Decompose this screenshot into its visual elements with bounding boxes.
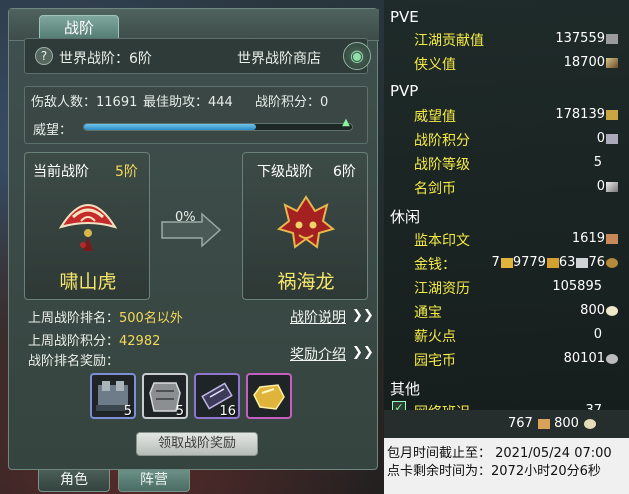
gold-bar-icon (500, 257, 513, 268)
rank-points-icon (606, 133, 618, 144)
reward-qty-1: 5 (123, 404, 132, 419)
next-rank-tier: 6阶 (333, 164, 356, 180)
attr-value-home-coin: 80101 (564, 351, 618, 366)
dragon-mask-emblem-icon (276, 195, 336, 249)
tab-faction[interactable]: 阵营 (118, 470, 190, 492)
attr-value-prestige: 178139 (555, 107, 618, 122)
last-week-rank: 上周战阶排名：500名以外 (28, 307, 183, 326)
world-rank-text: 世界战阶：6阶 (59, 51, 152, 67)
attr-label-blade-coin: 名剑币 (414, 181, 456, 197)
tiger-fan-emblem-icon (58, 204, 118, 251)
attr-label-money: 金钱： (414, 257, 456, 273)
progress-arrow-icon (161, 212, 222, 248)
home-coin-icon (606, 353, 618, 364)
seal-icon (606, 233, 618, 244)
reward-intro-link[interactable]: 奖励介绍 (290, 344, 346, 364)
attr-value-blade-coin: 0 (597, 179, 618, 194)
coins-a-value: 767 (508, 416, 533, 431)
current-rank-name: 啸山虎 (59, 271, 117, 293)
coin-icon (606, 305, 618, 316)
prestige-marker-icon: ▲ (342, 117, 350, 128)
prestige-label: 威望： (33, 123, 73, 138)
attr-value-contribution: 137559 (555, 31, 618, 46)
last-week-rank-value: 500名以外 (119, 311, 183, 326)
claim-rank-reward-button[interactable]: 领取战阶奖励 (136, 432, 258, 456)
panel-header: 战阶 (9, 9, 379, 41)
last-week-points-label: 上周战阶积分： (28, 334, 120, 349)
attr-value-money: 7 9779 63 76 (492, 255, 618, 270)
reward-qty-2: 5 (175, 404, 184, 419)
attr-label-chivalry: 侠义值 (414, 57, 456, 73)
attr-label-contribution: 江湖贡献值 (414, 33, 484, 49)
sword-icon (606, 57, 618, 68)
pve-section-title: PVE (390, 8, 419, 26)
other-section-title: 其他 (390, 380, 421, 398)
shop-location-icon[interactable]: ◉ (343, 42, 371, 70)
coin-icon (584, 418, 597, 429)
remaining-time-text: 点卡剩余时间为：2072小时20分6秒 (387, 464, 601, 479)
attr-label-home-coin: 园宅币 (414, 353, 456, 369)
prestige-progress-fill (84, 124, 256, 130)
attr-value-tongbao: 800 (580, 303, 618, 318)
attributes-list[interactable]: PVE 江湖贡献值 137559 侠义值 18700 PVP 威望值 17813… (388, 6, 626, 410)
attr-value-seal: 1619 (572, 231, 618, 246)
current-rank-tier: 5阶 (115, 164, 138, 180)
blade-coin-icon (606, 181, 618, 192)
world-rank-row: ? 世界战阶：6阶 世界战阶商店 ◉ (24, 38, 371, 74)
attr-value-latency: 37 (585, 403, 602, 410)
best-assist: 最佳助攻：444 (143, 95, 233, 110)
kills-count: 伤敌人数：11691 (31, 95, 138, 110)
rank-reward-label: 战阶排名奖励： (28, 354, 120, 369)
attr-label-tongbao: 通宝 (414, 305, 442, 321)
pvp-section-title: PVP (390, 82, 419, 100)
reward-slot-4[interactable] (246, 373, 292, 419)
attr-label-seniority: 江湖资历 (414, 281, 470, 297)
gold-ingot-icon (546, 257, 559, 268)
prestige-progress-bar (83, 123, 353, 131)
attr-label-seal: 监本印文 (414, 233, 470, 249)
last-week-points: 上周战阶积分：42982 (28, 330, 160, 349)
next-rank-name: 祸海龙 (277, 271, 335, 293)
attr-label-rank-level: 战阶等级 (414, 157, 470, 173)
coins-b-value: 800 (554, 416, 579, 431)
chevron-right-icon: ❯❯ (352, 308, 374, 323)
last-week-rank-label: 上周战阶排名： (28, 311, 120, 326)
attr-value-chivalry: 18700 (564, 55, 618, 70)
current-rank-box: 当前战阶 5阶 啸山虎 (24, 152, 150, 300)
contribution-icon (606, 33, 618, 44)
attr-value-fire-points: 0 (593, 327, 602, 342)
silver-ingot-icon (576, 257, 589, 268)
reward-slot-3[interactable]: 16 (194, 373, 240, 419)
next-rank-label: 下级战阶 (257, 164, 313, 180)
current-rank-label: 当前战阶 (33, 164, 89, 180)
leisure-section-title: 休闲 (390, 208, 421, 226)
reward-qty-3: 16 (219, 404, 236, 419)
help-icon[interactable]: ? (35, 47, 53, 65)
copper-coin-icon (606, 257, 618, 268)
subscription-expire-text: 包月时间截止至： 2021/05/24 07:00 (387, 446, 612, 461)
world-rank-shop-label[interactable]: 世界战阶商店 (237, 48, 321, 68)
chevron-right-icon: ❯❯ (352, 345, 374, 360)
tab-character[interactable]: 角色 (38, 470, 110, 492)
stats-row: 伤敌人数：11691 最佳助攻：444 战阶积分：0 威望： ▲ (24, 86, 368, 144)
attr-label-rank-points: 战阶积分 (414, 133, 470, 149)
reward-slot-1[interactable]: 5 (90, 373, 136, 419)
last-week-points-value: 42982 (119, 334, 161, 349)
attr-value-seniority: 105895 (552, 279, 602, 294)
attr-label-latency: 网络班迟 (414, 402, 470, 410)
rank-explain-link[interactable]: 战阶说明 (290, 307, 346, 327)
next-rank-box: 下级战阶 6阶 祸海龙 (242, 152, 368, 300)
gold-nugget-icon (253, 384, 285, 410)
attr-label-prestige: 威望值 (414, 109, 456, 125)
prestige-icon (606, 109, 618, 120)
attr-value-rank-level: 5 (593, 155, 602, 170)
boot-coin-icon (537, 418, 550, 429)
footer-currency: 767 800 (508, 416, 597, 431)
rank-points: 战阶积分：0 (255, 95, 329, 110)
reward-slot-2[interactable]: 5 (142, 373, 188, 419)
attr-label-fire-points: 薪火点 (414, 329, 456, 345)
attr-value-rank-points: 0 (597, 131, 618, 146)
